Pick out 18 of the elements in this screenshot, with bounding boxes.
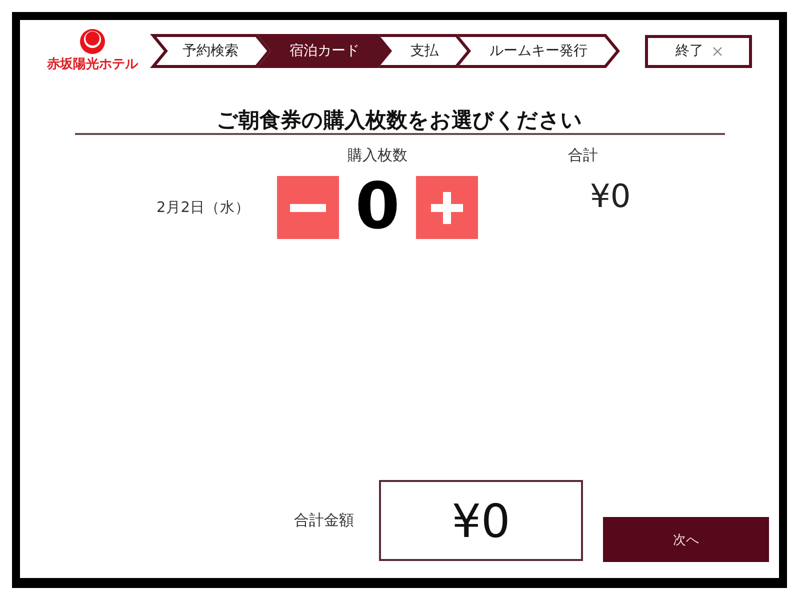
page-heading: ご朝食券の購入枚数をお選びください: [216, 107, 582, 133]
progress-step: ルームキー発行: [457, 34, 620, 68]
minus-icon: [290, 204, 326, 212]
total-label: 合計金額: [294, 511, 354, 530]
close-icon: [712, 46, 722, 56]
plus-icon: [431, 192, 463, 224]
total-amount-display: ¥0: [379, 480, 583, 561]
next-button[interactable]: 次へ: [603, 517, 769, 562]
column-header: 合計: [568, 146, 598, 164]
logo-text: 赤坂陽光ホテル: [47, 56, 138, 73]
exit-button[interactable]: 終了: [645, 34, 752, 68]
date-label: 2月2日（水）: [156, 199, 250, 217]
logo-icon: [80, 29, 105, 54]
column-header: 購入枚数: [348, 146, 408, 164]
subtotal-amount: ¥0: [590, 179, 631, 213]
quantity-value: 0: [354, 176, 401, 239]
increase-button[interactable]: [416, 176, 478, 239]
decrease-button[interactable]: [277, 176, 339, 239]
